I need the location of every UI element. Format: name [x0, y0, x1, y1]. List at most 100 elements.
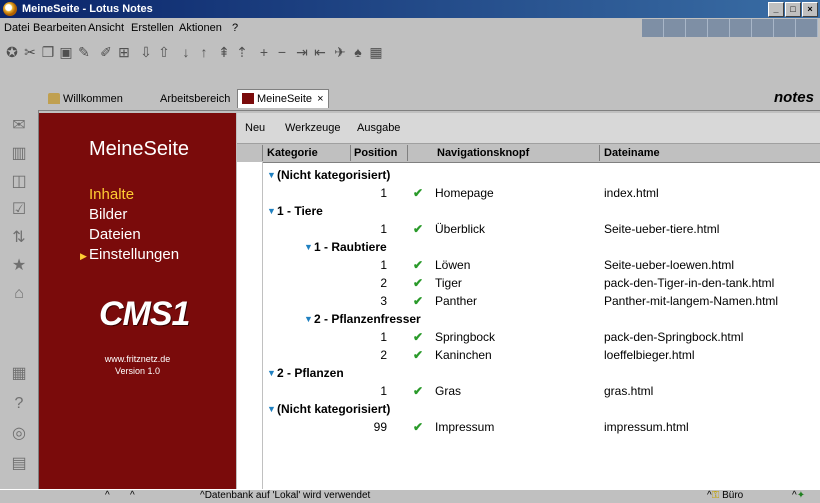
tab-meineseite[interactable]: MeineSeite × [237, 89, 329, 108]
workspace-bookmark-icon[interactable]: ▦ [9, 364, 29, 384]
nav-item-dateien[interactable]: Dateien [89, 226, 141, 243]
document-row[interactable]: 2 ✔ Kaninchen loeffelbieger.html [237, 346, 820, 364]
expand-triangle-icon[interactable]: ▼ [304, 242, 313, 252]
more-bookmark-icon[interactable]: ▤ [9, 454, 29, 474]
category-row[interactable]: ▼ 1 - Raubtiere [237, 238, 820, 256]
paste-icon[interactable]: ▣ [58, 44, 74, 60]
menu-bearbeiten[interactable]: Bearbeiten [33, 22, 86, 34]
replicator-bookmark-icon[interactable]: ⇅ [9, 228, 29, 248]
filename-cell: pack-den-Springbock.html [604, 330, 744, 344]
tab-close-icon[interactable]: × [317, 93, 323, 105]
category-row[interactable]: ▼ 2 - Pflanzen [237, 364, 820, 382]
find-icon[interactable]: ♠ [350, 44, 366, 60]
column-kategorie[interactable]: Kategorie [267, 147, 318, 159]
tab-willkommen[interactable]: Willkommen [44, 90, 127, 108]
cms1-logo: CMS1 [99, 295, 190, 333]
position-cell: 2 [380, 276, 387, 290]
tab-arbeitsbereich[interactable]: Arbeitsbereich [156, 90, 234, 108]
category-row[interactable]: ▼ (Nicht kategorisiert) [237, 166, 820, 184]
action-neu-button[interactable]: Neu [245, 122, 265, 134]
menu-erstellen[interactable]: Erstellen [131, 22, 174, 34]
cut-icon[interactable]: ✂ [22, 44, 38, 60]
calendar-bookmark-icon[interactable]: ▥ [9, 144, 29, 164]
category-row[interactable]: ▼ 1 - Tiere [237, 202, 820, 220]
document-row[interactable]: 1 ✔ Springbock pack-den-Springbock.html [237, 328, 820, 346]
location-icon: ⚿ [711, 490, 720, 501]
expand-all-icon[interactable]: + [256, 44, 272, 60]
toolbar-status-strip [642, 19, 818, 37]
column-position[interactable]: Position [354, 147, 397, 159]
document-row[interactable]: 1 ✔ Löwen Seite-ueber-loewen.html [237, 256, 820, 274]
todo-bookmark-icon[interactable]: ☑ [9, 200, 29, 220]
expand-triangle-icon[interactable]: ▼ [267, 170, 276, 180]
link-icon[interactable]: ⊞ [116, 44, 132, 60]
filename-cell: Seite-ueber-loewen.html [604, 258, 735, 272]
favorites-bookmark-icon[interactable]: ★ [9, 256, 29, 276]
menu-aktionen[interactable]: Aktionen [179, 22, 222, 34]
expand-triangle-icon[interactable]: ▼ [267, 206, 276, 216]
category-row[interactable]: ▼ (Nicht kategorisiert) [237, 400, 820, 418]
next-icon[interactable]: ⇥ [294, 44, 310, 60]
document-row[interactable]: 1 ✔ Gras gras.html [237, 382, 820, 400]
sort-down-icon[interactable]: ⇩ [138, 44, 154, 60]
previous-icon[interactable]: ⇤ [312, 44, 328, 60]
bookmark-bar: ✉ ▥ ◫ ☑ ⇅ ★ ⌂ ▦ ? ◎ ▤ [0, 110, 39, 490]
status-replicator[interactable]: ^✦ [792, 490, 805, 501]
column-navigationsknopf[interactable]: Navigationsknopf [437, 147, 529, 159]
position-cell: 1 [380, 330, 387, 344]
position-cell: 2 [380, 348, 387, 362]
status-caret-2[interactable]: ^ [130, 490, 135, 501]
copy-icon[interactable]: ❐ [40, 44, 56, 60]
databases-bookmark-icon[interactable]: ⌂ [9, 284, 29, 304]
navigation-button-cell: Panther [435, 294, 478, 308]
category-row[interactable]: ▼ 2 - Pflanzenfresser [237, 310, 820, 328]
arrow-up-icon[interactable]: ↑ [196, 44, 212, 60]
column-header-row: Kategorie Position Navigationsknopf Date… [237, 144, 820, 163]
status-caret-1[interactable]: ^ [105, 490, 110, 501]
menu-help[interactable]: ? [232, 22, 238, 34]
checkmark-icon: ✔ [413, 276, 424, 290]
nav-item-inhalte[interactable]: Inhalte [89, 186, 134, 203]
document-row[interactable]: 2 ✔ Tiger pack-den-Tiger-in-den-tank.html [237, 274, 820, 292]
document-row[interactable]: 1 ✔ Überblick Seite-ueber-tiere.html [237, 220, 820, 238]
checkmark-icon: ✔ [413, 294, 424, 308]
action-werkzeuge-button[interactable]: Werkzeuge [285, 122, 340, 134]
pencil-icon[interactable]: ✐ [98, 44, 114, 60]
collapse-all-icon[interactable]: − [274, 44, 290, 60]
navigation-button-cell: Löwen [435, 258, 471, 272]
expand-triangle-icon[interactable]: ▼ [267, 404, 276, 414]
table-icon[interactable]: ▦ [368, 44, 384, 60]
contacts-bookmark-icon[interactable]: ◫ [9, 172, 29, 192]
nav-item-einstellungen[interactable]: Einstellungen [89, 246, 179, 263]
replicator-icon: ✦ [796, 490, 806, 501]
collapse-icon[interactable]: ⇡ [234, 44, 250, 60]
edit-icon[interactable]: ✎ [76, 44, 92, 60]
arrow-down-icon[interactable]: ↓ [178, 44, 194, 60]
document-row[interactable]: 99 ✔ Impressum impressum.html [237, 418, 820, 436]
expand-icon[interactable]: ⇞ [216, 44, 232, 60]
column-dateiname[interactable]: Dateiname [604, 147, 660, 159]
navigation-button-cell: Gras [435, 384, 462, 398]
lotus-notes-app-icon[interactable] [3, 2, 17, 16]
minimize-button[interactable]: _ [768, 2, 784, 17]
nav-item-bilder[interactable]: Bilder [89, 206, 127, 223]
attach-icon[interactable]: ✈ [332, 44, 348, 60]
sort-up-icon[interactable]: ⇧ [156, 44, 172, 60]
close-button[interactable]: × [802, 2, 818, 17]
document-row[interactable]: 3 ✔ Panther Panther-mit-langem-Namen.html [237, 292, 820, 310]
version-text: Version 1.0 [114, 366, 161, 376]
internet-bookmark-icon[interactable]: ◎ [9, 424, 29, 444]
menu-datei[interactable]: Datei [4, 22, 30, 34]
help-bookmark-icon[interactable]: ? [9, 394, 29, 414]
expand-triangle-icon[interactable]: ▼ [304, 314, 313, 324]
position-cell: 3 [380, 294, 387, 308]
action-ausgabe-button[interactable]: Ausgabe [357, 122, 400, 134]
refresh-icon[interactable]: ✪ [4, 44, 20, 60]
window-tabs: Willkommen Arbeitsbereich MeineSeite × n… [0, 86, 820, 111]
menu-ansicht[interactable]: Ansicht [88, 22, 124, 34]
mail-bookmark-icon[interactable]: ✉ [9, 116, 29, 136]
expand-triangle-icon[interactable]: ▼ [267, 368, 276, 378]
status-location[interactable]: ^⚿ Büro [707, 490, 743, 501]
document-row[interactable]: 1 ✔ Homepage index.html [237, 184, 820, 202]
maximize-button[interactable]: □ [785, 2, 801, 17]
